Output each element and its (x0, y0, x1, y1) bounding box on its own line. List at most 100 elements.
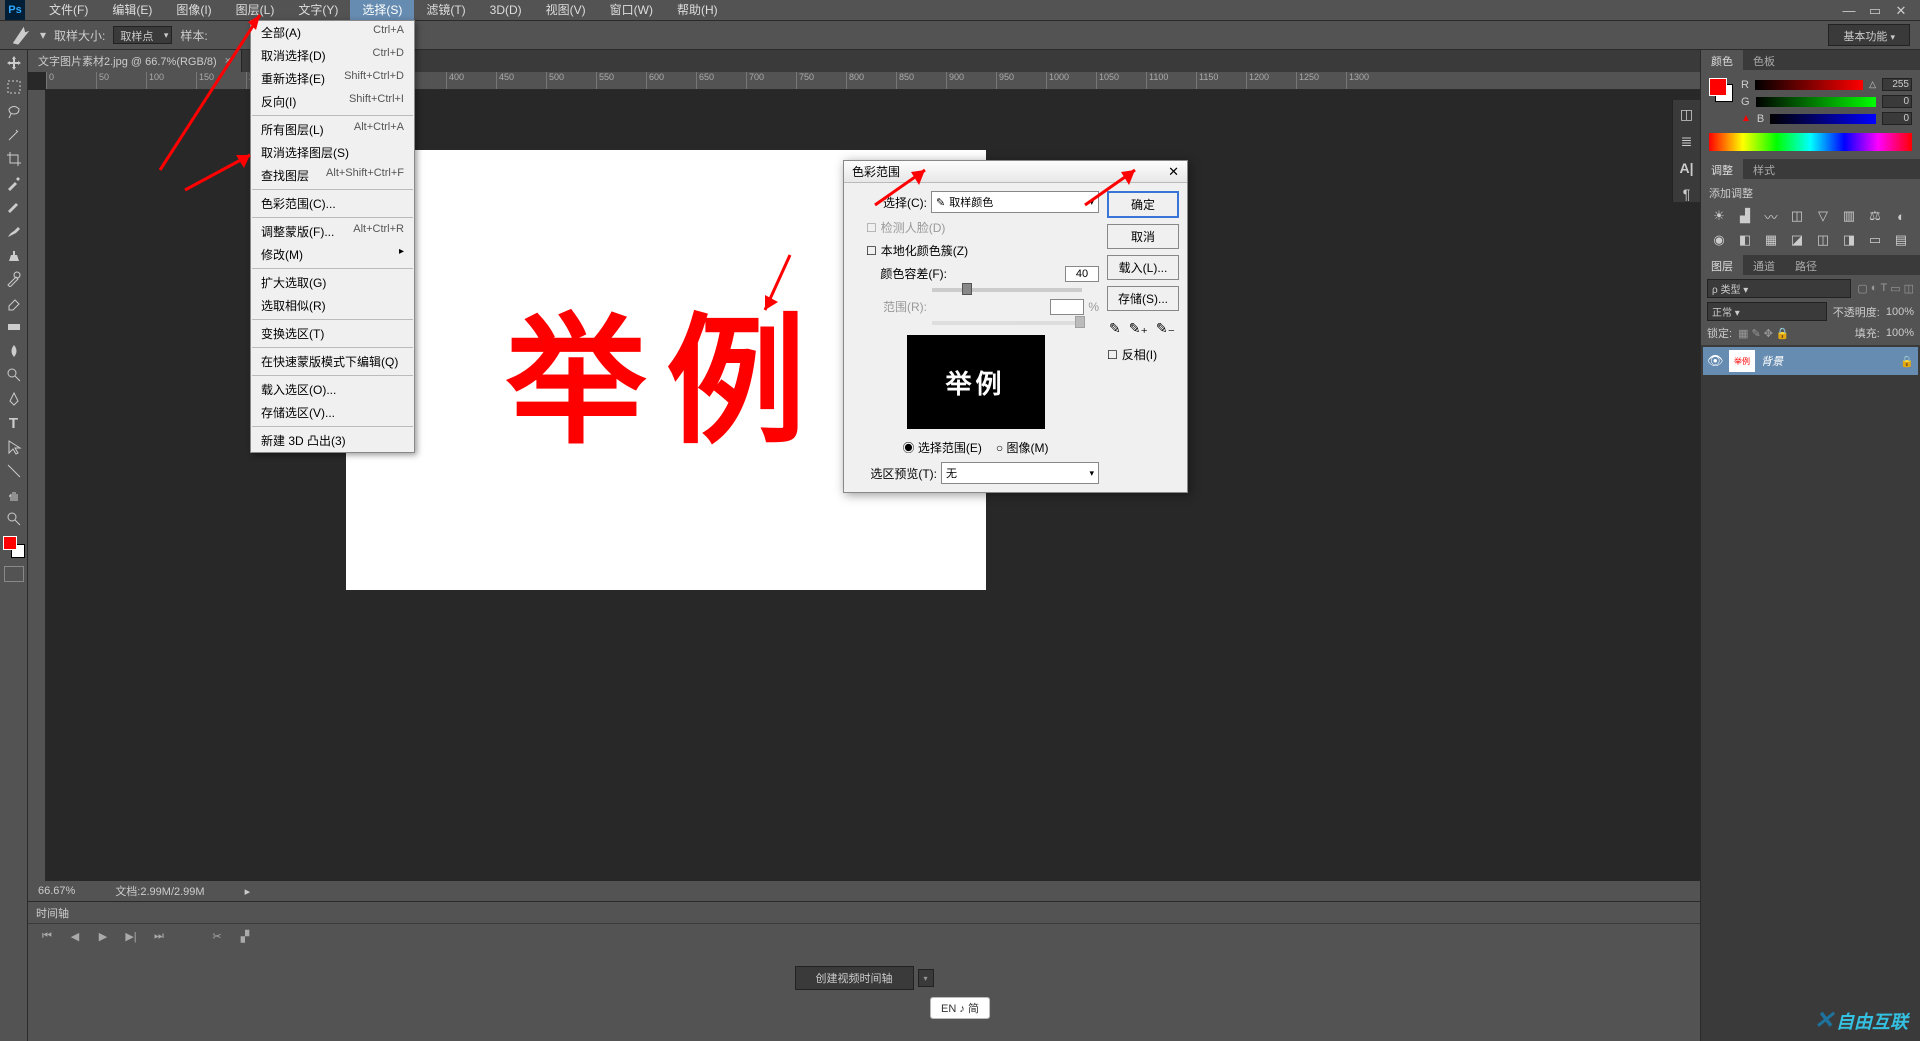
channel-mixer-icon[interactable]: ◧ (1735, 231, 1755, 249)
cancel-button[interactable]: 取消 (1107, 224, 1179, 249)
bw-icon[interactable]: ◐ (1891, 207, 1911, 225)
close-button[interactable]: ✕ (1892, 3, 1910, 17)
crop-tool[interactable] (2, 148, 26, 170)
lock-all-icon[interactable]: 🔒 (1776, 327, 1790, 340)
hand-tool[interactable] (2, 484, 26, 506)
gradient-tool[interactable] (2, 316, 26, 338)
tab-paths[interactable]: 路径 (1785, 255, 1827, 275)
sample-size-select[interactable]: 取样点▾ (113, 26, 172, 44)
foreground-background-colors[interactable] (3, 536, 25, 558)
history-panel-icon[interactable]: ◫ (1680, 106, 1693, 123)
selection-radio[interactable]: ◉ 选择范围(E) (903, 439, 982, 456)
menu-item[interactable]: 扩大选取(G) (251, 271, 414, 294)
lasso-tool[interactable] (2, 100, 26, 122)
tab-adjustments[interactable]: 调整 (1701, 159, 1743, 179)
color-balance-icon[interactable]: ⚖ (1865, 207, 1885, 225)
fill-value[interactable]: 100% (1886, 327, 1914, 339)
history-brush-tool[interactable] (2, 268, 26, 290)
tab-swatches[interactable]: 色板 (1743, 50, 1785, 70)
green-slider[interactable] (1756, 97, 1876, 107)
document-info[interactable]: 文档:2.99M/2.99M (115, 883, 204, 899)
opacity-value[interactable]: 100% (1886, 306, 1914, 318)
menu-window[interactable]: 窗口(W) (598, 0, 665, 20)
menu-item[interactable]: 存储选区(V)... (251, 401, 414, 424)
curves-icon[interactable]: 〰 (1761, 207, 1781, 225)
ok-button[interactable]: 确定 (1107, 191, 1179, 218)
character-panel-icon[interactable]: A| (1679, 160, 1693, 176)
menu-3d[interactable]: 3D(D) (478, 0, 534, 20)
select-dropdown[interactable]: ✎ 取样颜色 ▾ (931, 191, 1099, 213)
selective-color-icon[interactable]: ▤ (1891, 231, 1911, 249)
menu-item[interactable]: 取消选择(D)Ctrl+D (251, 44, 414, 67)
magic-wand-tool[interactable] (2, 124, 26, 146)
levels-icon[interactable]: ▟ (1735, 207, 1755, 225)
menu-file[interactable]: 文件(F) (37, 0, 100, 20)
current-tool-icon[interactable] (10, 24, 32, 46)
posterize-icon[interactable]: ◫ (1813, 231, 1833, 249)
lock-transparency-icon[interactable]: ▦ (1738, 327, 1748, 340)
color-panel-swatch[interactable] (1709, 78, 1733, 102)
photo-filter-icon[interactable]: ◉ (1709, 231, 1729, 249)
visibility-icon[interactable]: 👁 (1707, 353, 1723, 369)
green-value[interactable]: 0 (1882, 95, 1912, 108)
status-chevron-icon[interactable]: ▸ (245, 885, 251, 898)
timeline-type-dropdown[interactable]: ▾ (918, 969, 934, 987)
scissors-icon[interactable]: ✂ (208, 930, 226, 943)
menu-item[interactable]: 反向(I)Shift+Ctrl+I (251, 90, 414, 113)
tab-close-icon[interactable]: × (225, 55, 231, 67)
load-button[interactable]: 载入(L)... (1107, 255, 1179, 280)
menu-item[interactable]: 新建 3D 凸出(3) (251, 429, 414, 452)
transition-icon[interactable]: ▞ (236, 930, 254, 943)
menu-filter[interactable]: 滤镜(T) (414, 0, 477, 20)
rectangle-tool[interactable] (2, 460, 26, 482)
menu-item[interactable]: 重新选择(E)Shift+Ctrl+D (251, 67, 414, 90)
eyedropper-add-icon[interactable]: ✎₊ (1129, 320, 1148, 337)
layer-filter-select[interactable]: ρ 类型 ▾ (1707, 279, 1851, 298)
tab-layers[interactable]: 图层 (1701, 255, 1743, 275)
color-spectrum[interactable] (1709, 133, 1912, 151)
menu-item[interactable]: 在快速蒙版模式下编辑(Q) (251, 350, 414, 373)
layer-row[interactable]: 👁 举例 背景 🔒 (1703, 347, 1918, 375)
invert-checkbox[interactable]: ☐反相(I) (1107, 346, 1179, 363)
clone-stamp-tool[interactable] (2, 244, 26, 266)
menu-item[interactable]: 调整蒙版(F)...Alt+Ctrl+R (251, 220, 414, 243)
eyedropper-sample-icon[interactable]: ✎ (1109, 320, 1121, 337)
menu-item[interactable]: 修改(M) (251, 243, 414, 266)
blur-tool[interactable] (2, 340, 26, 362)
create-video-timeline-button[interactable]: 创建视频时间轴 (795, 966, 914, 990)
properties-panel-icon[interactable]: ≣ (1681, 133, 1693, 150)
menu-view[interactable]: 视图(V) (534, 0, 598, 20)
document-tab[interactable]: 文字图片素材2.jpg @ 66.7%(RGB/8) × (28, 50, 242, 72)
dodge-tool[interactable] (2, 364, 26, 386)
menu-type[interactable]: 文字(Y) (286, 0, 350, 20)
menu-item[interactable]: 选取相似(R) (251, 294, 414, 317)
save-button[interactable]: 存储(S)... (1107, 286, 1179, 311)
red-value[interactable]: 255 (1882, 78, 1912, 91)
invert-icon[interactable]: ◪ (1787, 231, 1807, 249)
lookup-icon[interactable]: ▦ (1761, 231, 1781, 249)
filter-adjustment-icon[interactable]: ◐ (1871, 282, 1878, 295)
quick-mask-toggle[interactable] (4, 566, 24, 582)
menu-item[interactable]: 载入选区(O)... (251, 378, 414, 401)
vibrance-icon[interactable]: ▽ (1813, 207, 1833, 225)
lock-position-icon[interactable]: ✥ (1764, 327, 1773, 340)
fuzziness-slider[interactable] (932, 288, 1082, 292)
menu-item[interactable]: 色彩范围(C)... (251, 192, 414, 215)
layer-name[interactable]: 背景 (1761, 353, 1783, 369)
maximize-button[interactable]: ▭ (1866, 3, 1884, 17)
marquee-tool[interactable] (2, 76, 26, 98)
menu-edit[interactable]: 编辑(E) (100, 0, 164, 20)
eraser-tool[interactable] (2, 292, 26, 314)
brightness-icon[interactable]: ☀ (1709, 207, 1729, 225)
menu-layer[interactable]: 图层(L) (224, 0, 287, 20)
exposure-icon[interactable]: ◫ (1787, 207, 1807, 225)
ime-indicator[interactable]: EN ♪ 简 (930, 997, 990, 1019)
menu-item[interactable]: 查找图层Alt+Shift+Ctrl+F (251, 164, 414, 187)
timeline-tab[interactable]: 时间轴 (36, 905, 69, 921)
prev-frame-icon[interactable]: ◀ (66, 930, 84, 943)
blend-mode-select[interactable]: 正常 ▾ (1707, 302, 1827, 321)
dialog-titlebar[interactable]: 色彩范围 ✕ (844, 161, 1187, 183)
foreground-color-swatch[interactable] (3, 536, 17, 550)
next-frame-icon[interactable]: ▶| (122, 930, 140, 943)
tab-channels[interactable]: 通道 (1743, 255, 1785, 275)
